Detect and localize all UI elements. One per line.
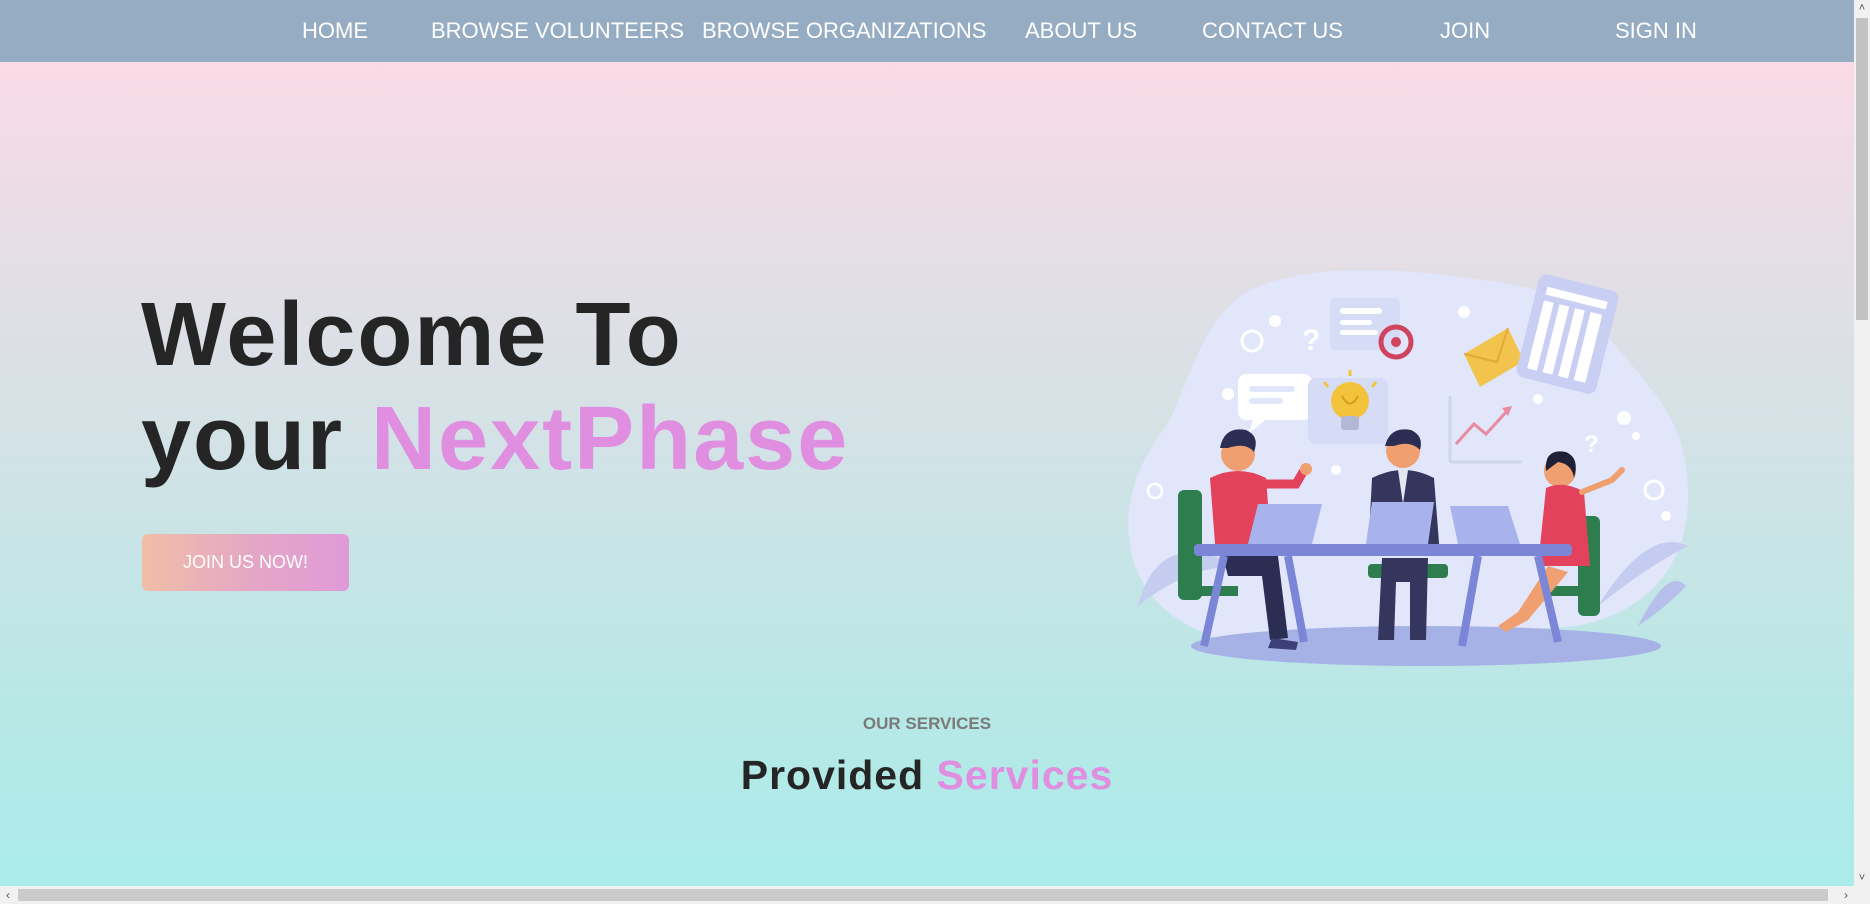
services-eyebrow: OUR SERVICES (862, 714, 992, 733)
chevron-left-icon[interactable]: ‹ (0, 886, 16, 904)
deco-circle (1222, 388, 1234, 400)
deco-circle (1269, 315, 1281, 327)
laptop-icon (1366, 502, 1434, 544)
lightbulb-icon (1331, 382, 1369, 420)
services-title-accent: Services (936, 752, 1114, 798)
nav-browse-volunteers-link[interactable]: BROWSE VOLUNTEERS (431, 0, 684, 62)
deco-circle (1661, 511, 1671, 521)
nav-browse-organizations-link[interactable]: BROWSE ORGANIZATIONS (702, 0, 986, 62)
nav-home-link[interactable]: HOME (302, 0, 368, 62)
laptop-icon (1450, 506, 1520, 544)
scrollbar-corner (1854, 886, 1870, 904)
top-navbar: HOME BROWSE VOLUNTEERS BROWSE ORGANIZATI… (0, 0, 1854, 62)
table-top (1194, 544, 1572, 556)
vertical-scroll-thumb[interactable] (1856, 18, 1868, 320)
chevron-down-icon[interactable]: ˅ (1854, 870, 1870, 886)
hero-title-line1: Welcome To (141, 285, 683, 385)
hero-title-line2-prefix: your (141, 389, 372, 489)
question-mark-icon: ? (1302, 324, 1320, 357)
question-mark-icon: ? (1584, 431, 1599, 458)
nav-contact-us-link[interactable]: CONTACT US (1202, 0, 1343, 62)
deco-circle (1458, 306, 1470, 318)
nav-sign-in-link[interactable]: SIGN IN (1615, 0, 1697, 62)
deco-circle (1533, 394, 1543, 404)
horizontal-scrollbar[interactable]: ‹ › (0, 886, 1854, 904)
chevron-right-icon[interactable]: › (1838, 886, 1854, 904)
deco-circle (1632, 432, 1640, 440)
hero-title: Welcome To your NextPhase (141, 283, 849, 491)
deco-circle (1331, 465, 1341, 475)
team-meeting-illustration: ? ? (1128, 270, 1688, 666)
speech-bubble-icon (1238, 374, 1312, 420)
hero-brand-name: NextPhase (371, 389, 850, 489)
deco-circle (1617, 411, 1631, 425)
nav-join-link[interactable]: JOIN (1440, 0, 1490, 62)
nav-about-us-link[interactable]: ABOUT US (1025, 0, 1137, 62)
laptop-icon (1248, 504, 1322, 544)
horizontal-scroll-thumb[interactable] (18, 889, 1828, 901)
services-title-prefix: Provided (740, 752, 937, 798)
chevron-up-icon[interactable]: ˄ (1854, 0, 1870, 16)
services-title: Provided Services (0, 752, 1854, 799)
vertical-scrollbar[interactable]: ˄ ˅ (1854, 0, 1870, 886)
join-us-now-button[interactable]: JOIN US NOW! (142, 534, 349, 591)
